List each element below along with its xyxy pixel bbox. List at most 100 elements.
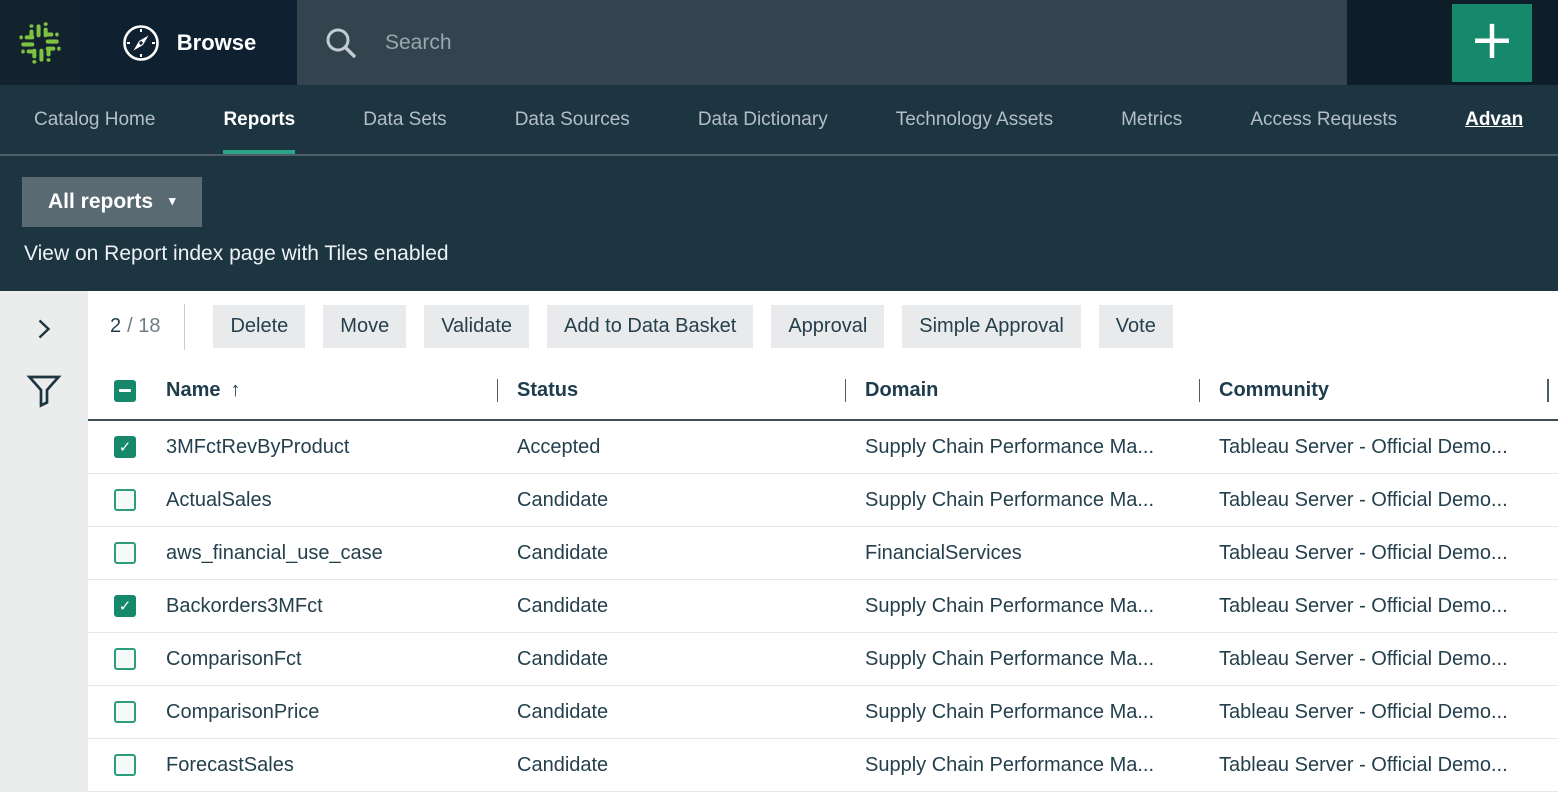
table-row: ✓ Backorders3MFctCandidateSupply Chain Pe… <box>88 580 1558 633</box>
move-button[interactable]: Move <box>323 305 406 348</box>
table-row: ActualSalesCandidateSupply Chain Perform… <box>88 474 1558 527</box>
column-label: Name <box>166 379 220 401</box>
bulk-actions-toolbar: 2 / 18 Delete Move Validate Add to Data Bask… <box>88 291 1558 362</box>
row-status: Candidate <box>497 648 845 671</box>
table-row: ✓ 3MFctRevByProductAcceptedSupply Chain P… <box>88 421 1558 474</box>
bulk-actions: Delete Move Validate Add to Data Basket Appr… <box>213 305 1190 348</box>
topbar-right: + <box>1347 0 1558 85</box>
reports-table-panel: 2 / 18 Delete Move Validate Add to Data Bask… <box>88 291 1558 792</box>
tab-catalog-home[interactable]: Catalog Home <box>0 85 189 154</box>
view-selector-label: All reports <box>48 190 153 214</box>
view-header: All reports ▾ View on Report index page … <box>0 156 1558 291</box>
approval-button[interactable]: Approval <box>771 305 884 348</box>
filter-sidebar <box>0 291 88 792</box>
row-domain: Supply Chain Performance Ma... <box>845 701 1199 724</box>
column-label: Domain <box>865 379 938 401</box>
row-community: Tableau Server - Official Demo... <box>1199 648 1558 671</box>
view-description: View on Report index page with Tiles ena… <box>24 242 1558 266</box>
plus-icon: + <box>1469 13 1514 67</box>
tab-data-dictionary[interactable]: Data Dictionary <box>664 85 862 154</box>
tab-data-sources[interactable]: Data Sources <box>481 85 664 154</box>
filter-icon <box>26 374 62 408</box>
search-input[interactable] <box>385 31 1347 55</box>
row-checkbox[interactable]: ✓ <box>114 436 136 458</box>
indeterminate-icon <box>119 389 131 393</box>
row-name[interactable]: ActualSales <box>166 489 497 512</box>
row-checkbox[interactable] <box>114 701 136 723</box>
row-name[interactable]: 3MFctRevByProduct <box>166 436 497 459</box>
tab-technology-assets[interactable]: Technology Assets <box>862 85 1087 154</box>
row-domain: Supply Chain Performance Ma... <box>845 436 1199 459</box>
row-name[interactable]: ForecastSales <box>166 754 497 777</box>
browse-menu-button[interactable]: Browse <box>80 0 297 85</box>
row-name[interactable]: Backorders3MFct <box>166 595 497 618</box>
row-community: Tableau Server - Official Demo... <box>1199 754 1558 777</box>
tab-data-sets[interactable]: Data Sets <box>329 85 480 154</box>
table-row: ComparisonFctCandidateSupply Chain Perfo… <box>88 633 1558 686</box>
content-area: 2 / 18 Delete Move Validate Add to Data Bask… <box>0 291 1558 792</box>
row-domain: Supply Chain Performance Ma... <box>845 595 1199 618</box>
table-row: ComparisonPriceCandidateSupply Chain Per… <box>88 686 1558 739</box>
delete-button[interactable]: Delete <box>213 305 305 348</box>
column-header-community[interactable]: Community <box>1199 379 1558 402</box>
column-label: Community <box>1219 379 1329 401</box>
table-row: aws_financial_use_caseCandidateFinancial… <box>88 527 1558 580</box>
expand-sidebar-button[interactable] <box>33 315 55 346</box>
row-status: Candidate <box>497 754 845 777</box>
row-community: Tableau Server - Official Demo... <box>1199 701 1558 724</box>
check-icon: ✓ <box>119 440 132 455</box>
row-status: Candidate <box>497 542 845 565</box>
row-community: Tableau Server - Official Demo... <box>1199 489 1558 512</box>
row-status: Candidate <box>497 595 845 618</box>
row-community: Tableau Server - Official Demo... <box>1199 436 1558 459</box>
column-header-name[interactable]: Name ↑ <box>166 379 497 402</box>
column-header-domain[interactable]: Domain <box>845 379 1199 402</box>
row-checkbox[interactable] <box>114 542 136 564</box>
tab-metrics[interactable]: Metrics <box>1087 85 1216 154</box>
tab-reports[interactable]: Reports <box>189 85 329 154</box>
filter-button[interactable] <box>24 372 64 413</box>
column-header-status[interactable]: Status <box>497 379 845 402</box>
row-status: Candidate <box>497 701 845 724</box>
row-domain: Supply Chain Performance Ma... <box>845 648 1199 671</box>
row-checkbox[interactable] <box>114 489 136 511</box>
vote-button[interactable]: Vote <box>1099 305 1173 348</box>
row-domain: FinancialServices <box>845 542 1199 565</box>
row-name[interactable]: ComparisonPrice <box>166 701 497 724</box>
row-checkbox[interactable]: ✓ <box>114 595 136 617</box>
validate-button[interactable]: Validate <box>424 305 529 348</box>
table-body: ✓3MFctRevByProductAcceptedSupply Chain P… <box>88 421 1558 792</box>
add-asset-button[interactable]: + <box>1452 4 1532 82</box>
tab-access-requests[interactable]: Access Requests <box>1216 85 1431 154</box>
global-search <box>297 0 1347 85</box>
row-checkbox[interactable] <box>114 648 136 670</box>
view-selector-button[interactable]: All reports ▾ <box>22 177 202 227</box>
row-name[interactable]: aws_financial_use_case <box>166 542 497 565</box>
total-count: / 18 <box>127 315 160 337</box>
toolbar-divider <box>184 304 185 350</box>
row-domain: Supply Chain Performance Ma... <box>845 754 1199 777</box>
primary-nav: Catalog HomeReportsData SetsData Sources… <box>0 85 1558 156</box>
row-community: Tableau Server - Official Demo... <box>1199 542 1558 565</box>
row-name[interactable]: ComparisonFct <box>166 648 497 671</box>
row-checkbox[interactable] <box>114 754 136 776</box>
table-header: Name ↑ Status Domain Community <box>88 362 1558 421</box>
compass-icon <box>121 23 161 63</box>
top-bar: Browse + <box>0 0 1558 85</box>
browse-label: Browse <box>177 30 256 56</box>
chevron-right-icon <box>35 317 53 341</box>
caret-down-icon: ▾ <box>169 193 176 209</box>
column-label: Status <box>517 379 578 401</box>
row-status: Accepted <box>497 436 845 459</box>
sort-asc-icon: ↑ <box>230 379 240 401</box>
selected-count: 2 <box>110 315 121 337</box>
add-to-data-basket-button[interactable]: Add to Data Basket <box>547 305 753 348</box>
row-domain: Supply Chain Performance Ma... <box>845 489 1199 512</box>
row-community: Tableau Server - Official Demo... <box>1199 595 1558 618</box>
row-status: Candidate <box>497 489 845 512</box>
select-all-checkbox[interactable] <box>114 380 136 402</box>
home-logo-button[interactable] <box>0 0 80 85</box>
table-row: ForecastSalesCandidateSupply Chain Perfo… <box>88 739 1558 792</box>
simple-approval-button[interactable]: Simple Approval <box>902 305 1081 348</box>
tab-advan[interactable]: Advan <box>1431 85 1557 154</box>
